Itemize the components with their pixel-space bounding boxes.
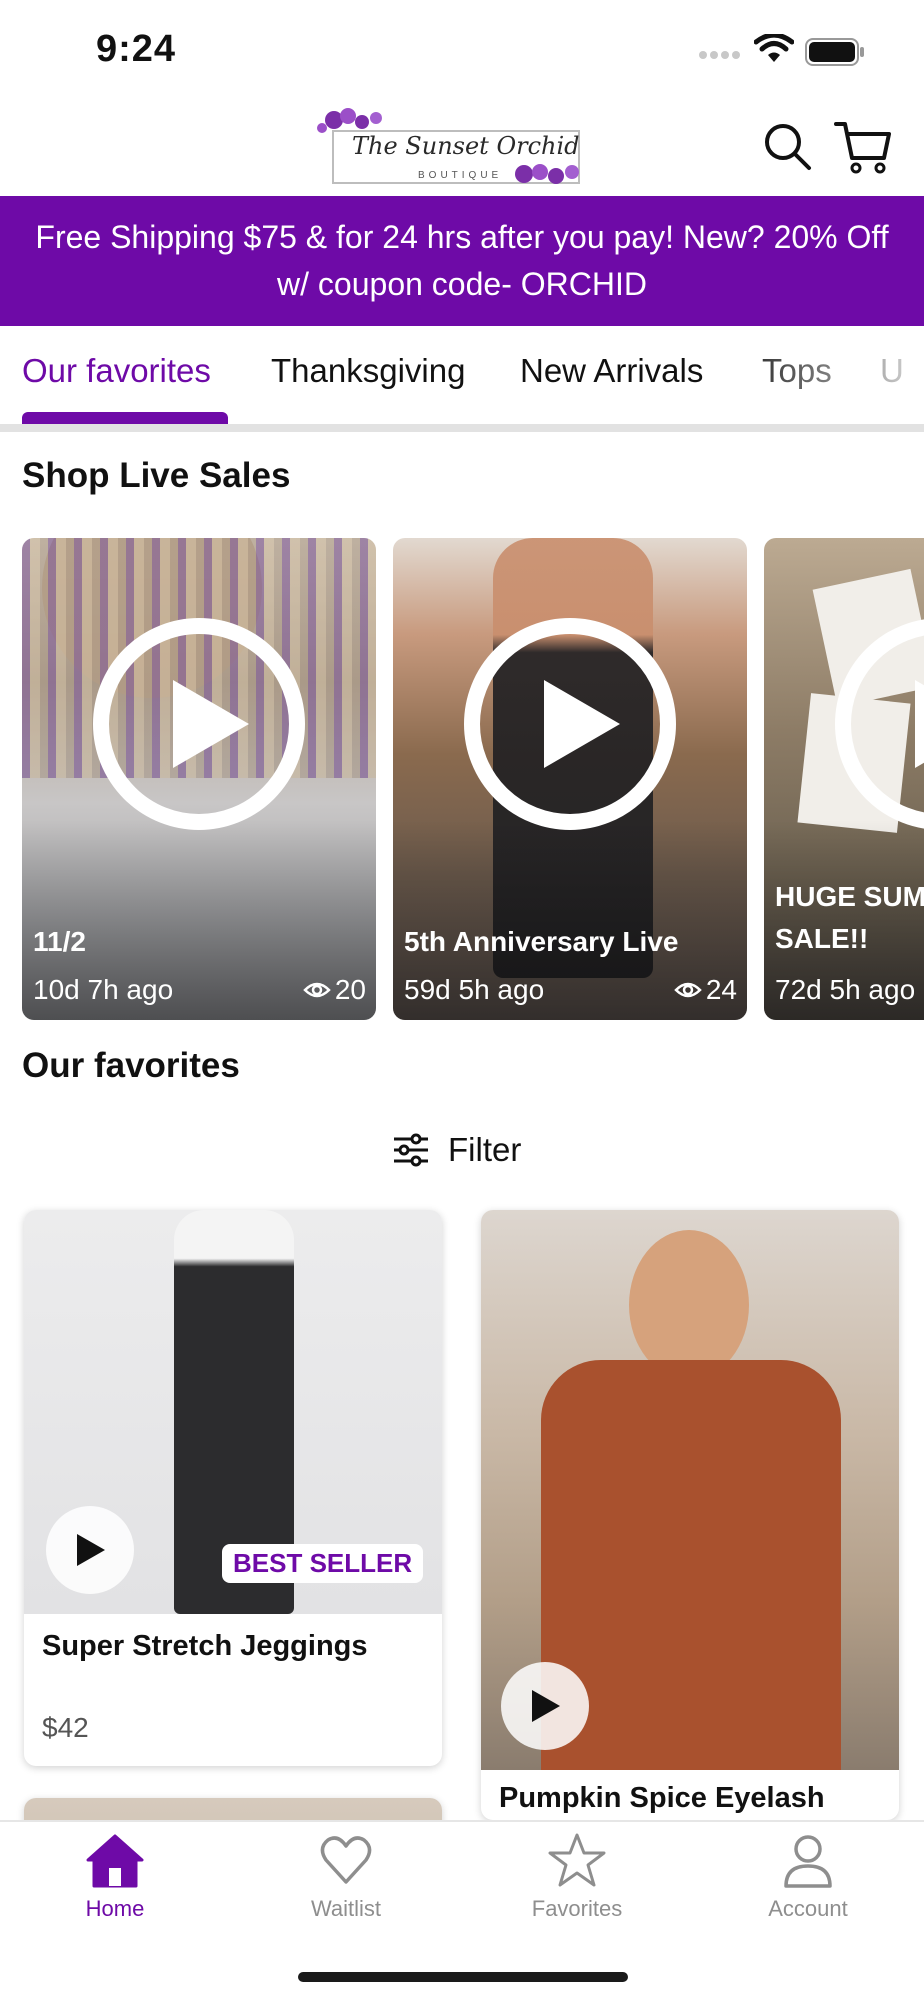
live-card-title: 11/2: [33, 926, 86, 957]
eye-icon: [674, 982, 702, 998]
favorites-heading: Our favorites: [22, 1046, 240, 1085]
cart-button[interactable]: [834, 120, 892, 176]
tab-thanksgiving[interactable]: Thanksgiving: [271, 352, 465, 390]
live-sales-heading: Shop Live Sales: [22, 456, 291, 495]
live-card-time: 72d 5h ago: [775, 974, 916, 1005]
play-icon[interactable]: [833, 616, 924, 832]
tabbar-home[interactable]: Home: [35, 1832, 195, 1922]
live-show-card[interactable]: 11/2 10d 7h ago 20: [22, 538, 376, 1020]
play-icon[interactable]: [91, 616, 307, 832]
tab-partial[interactable]: U: [880, 352, 904, 390]
promo-banner[interactable]: Free Shipping $75 & for 24 hrs after you…: [0, 196, 924, 326]
model-head: [629, 1230, 749, 1380]
product-name: Super Stretch Jeggings: [42, 1630, 368, 1662]
video-play-button[interactable]: [46, 1506, 134, 1594]
active-tab-indicator: [22, 412, 228, 424]
heart-icon: [320, 1836, 372, 1884]
category-tabs: Our favorites Thanksgiving New Arrivals …: [0, 326, 924, 432]
tabbar-label: Home: [85, 1896, 145, 1921]
product-name: Pumpkin Spice Eyelash: [499, 1782, 825, 1814]
product-card[interactable]: Pumpkin Spice Eyelash: [481, 1210, 899, 1820]
orchid-flower-icon: [515, 164, 579, 184]
play-icon: [77, 1534, 105, 1566]
live-show-card[interactable]: HUGE SUM SALE!! 72d 5h ago: [764, 538, 924, 1020]
search-button[interactable]: [763, 122, 813, 172]
views-count: 20: [334, 974, 366, 1005]
live-card-title: 5th Anniversary Live: [404, 926, 679, 957]
best-seller-badge: BEST SELLER: [222, 1544, 424, 1583]
tab-new-arrivals[interactable]: New Arrivals: [520, 352, 703, 390]
battery-icon: [805, 38, 864, 66]
person-icon: [784, 1835, 832, 1888]
live-card-views: 24: [674, 974, 737, 1006]
live-card-title: HUGE SUM SALE!!: [775, 876, 924, 960]
tab-our-favorites[interactable]: Our favorites: [22, 352, 211, 390]
live-show-card[interactable]: 5th Anniversary Live 59d 5h ago 24: [393, 538, 747, 1020]
promo-text: Free Shipping $75 & for 24 hrs after you…: [35, 219, 889, 302]
play-icon: [532, 1690, 560, 1722]
filter-sliders-icon: [394, 1133, 428, 1167]
logo-subtitle: BOUTIQUE: [418, 170, 503, 181]
views-count: 24: [705, 974, 737, 1005]
product-price: $42: [42, 1712, 89, 1743]
status-time: 9:24: [96, 28, 177, 70]
live-card-time: 10d 7h ago: [33, 974, 174, 1005]
tabbar-label: Favorites: [531, 1896, 623, 1921]
live-card-views: 20: [303, 974, 366, 1006]
live-card-time: 59d 5h ago: [404, 974, 545, 1005]
live-sales-carousel[interactable]: 11/2 10d 7h ago 20 5th Anniversary Live …: [22, 538, 924, 1020]
tab-tops[interactable]: Tops: [762, 352, 832, 390]
wifi-icon: [754, 34, 794, 62]
logo-text: The Sunset Orchid: [352, 132, 580, 160]
home-icon: [86, 1834, 144, 1888]
filter-label: Filter: [448, 1131, 522, 1168]
video-play-button[interactable]: [501, 1662, 589, 1750]
status-bar: 9:24: [0, 0, 924, 100]
star-icon: [548, 1833, 606, 1887]
tabbar-label: Waitlist: [310, 1896, 382, 1921]
live-card-title-line: SALE!!: [775, 923, 869, 954]
eye-icon: [303, 982, 331, 998]
tabbar-account[interactable]: Account: [728, 1832, 888, 1922]
play-icon[interactable]: [462, 616, 678, 832]
signal-dots-icon: [699, 51, 740, 59]
tabbar-label: Account: [768, 1896, 848, 1921]
brand-logo[interactable]: The Sunset Orchid BOUTIQUE: [314, 106, 590, 190]
cart-icon: [834, 122, 891, 174]
tabbar-favorites[interactable]: Favorites: [497, 1832, 657, 1922]
search-icon: [765, 124, 811, 170]
live-card-title-line: HUGE SUM: [775, 881, 924, 912]
filter-button[interactable]: Filter: [392, 1126, 521, 1174]
home-indicator: [298, 1972, 628, 1982]
tabbar-waitlist[interactable]: Waitlist: [266, 1832, 426, 1922]
app-header: The Sunset Orchid BOUTIQUE: [0, 100, 924, 196]
product-card[interactable]: BEST SELLER Super Stretch Jeggings $42: [24, 1210, 442, 1766]
